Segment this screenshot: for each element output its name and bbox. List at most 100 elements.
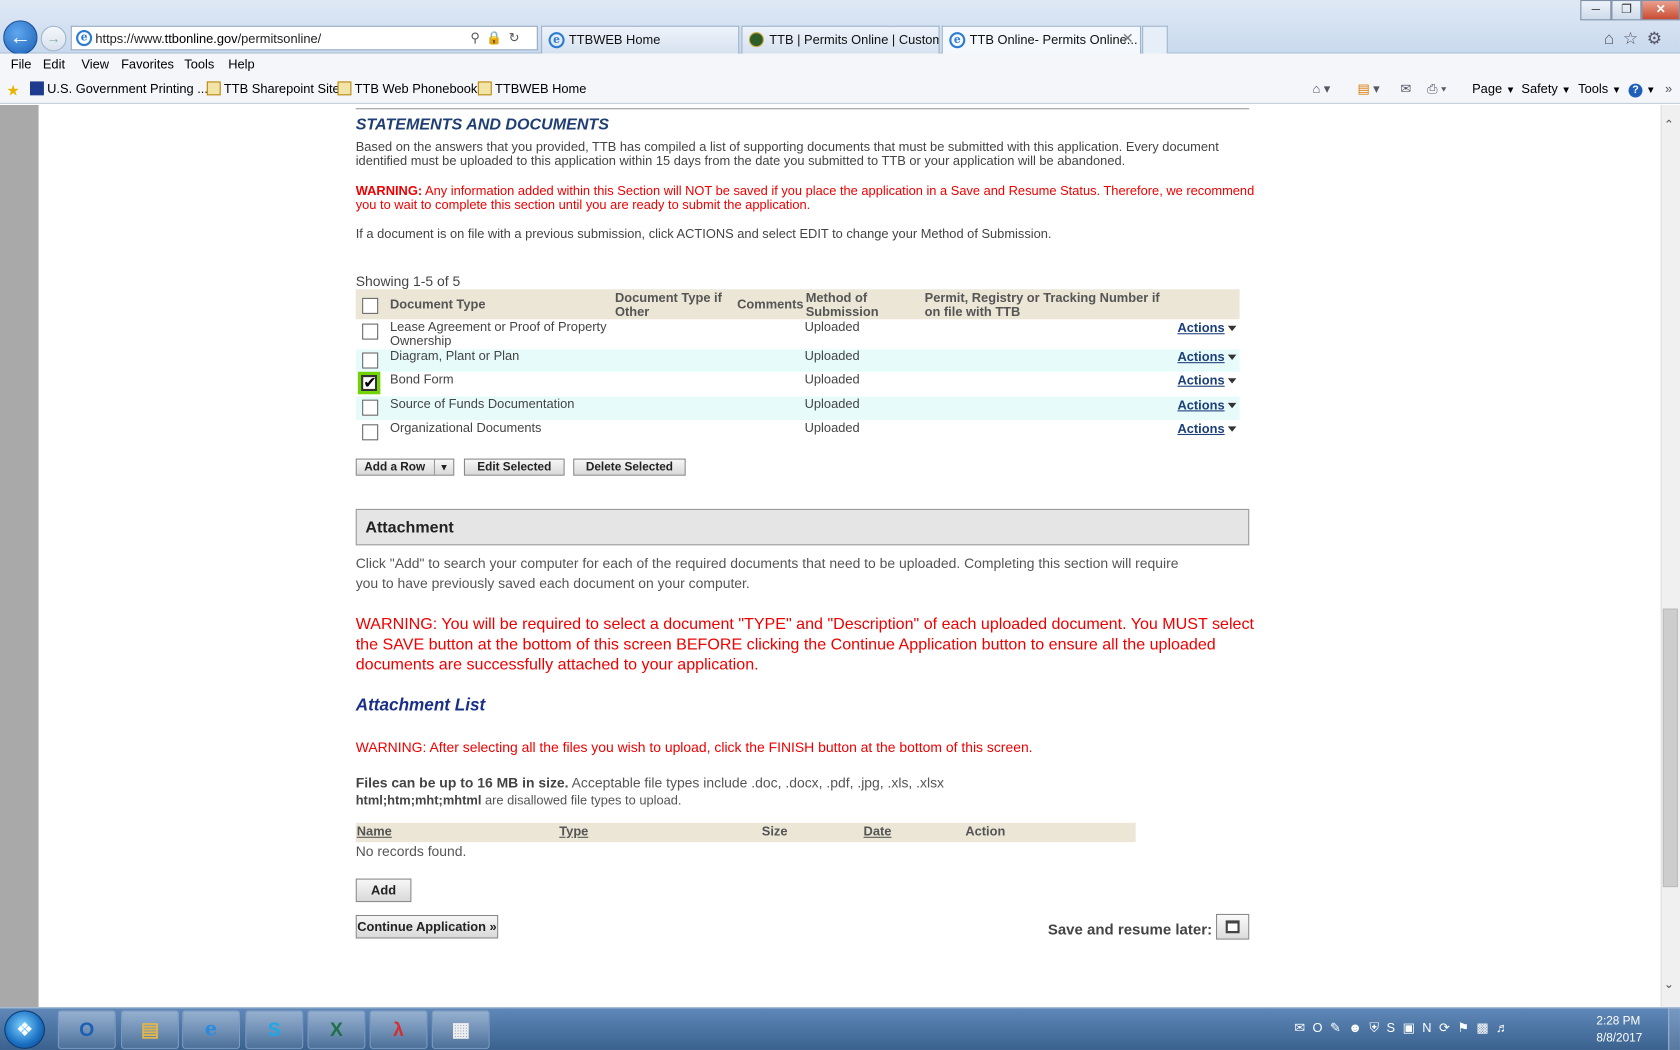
cmd-safety[interactable]: Safety ▼ [1521, 81, 1571, 96]
col-method-line[interactable]: Method of [806, 291, 867, 305]
new-tab-button[interactable] [1142, 25, 1168, 54]
page-icon [477, 81, 492, 96]
tab-ttbweb-home[interactable]: e TTBWEB Home [541, 25, 740, 54]
shield-icon[interactable]: ⛨ [1369, 1020, 1386, 1035]
forward-button[interactable]: → [40, 25, 67, 52]
clock-date[interactable]: 8/8/2017 [1596, 1032, 1642, 1045]
tab-permits-online-custom[interactable]: TTB | Permits Online | Custom... [741, 25, 940, 54]
gear-icon[interactable]: ⚙ [1647, 30, 1671, 48]
menu-view[interactable]: View [81, 57, 109, 72]
close-tab-icon[interactable]: ✕ [1122, 30, 1134, 47]
file-explorer-icon[interactable]: ▤ [121, 1010, 179, 1049]
cmd-tools[interactable]: Tools ▼ [1578, 81, 1621, 96]
menu-favorites[interactable]: Favorites [121, 57, 174, 72]
row-actions-menu[interactable]: Actions [1177, 320, 1237, 335]
overflow-chevron-icon[interactable]: » [1665, 81, 1672, 96]
chevron-down-icon[interactable]: ▼ [433, 459, 453, 475]
search-icon[interactable]: ⚲ [470, 30, 486, 45]
chevron-down-icon: ▼ [1505, 84, 1516, 96]
row-checkbox[interactable] [362, 424, 379, 441]
skype-icon[interactable]: S [245, 1010, 304, 1049]
refresh-icon[interactable]: ↻ [509, 30, 526, 45]
row-actions-menu[interactable]: Actions [1177, 421, 1237, 436]
add-row-button[interactable]: Add a Row ▼ [355, 458, 455, 476]
mail-icon[interactable]: ✉ [1294, 1020, 1312, 1035]
col-date[interactable]: Date [864, 824, 892, 839]
star-icon[interactable]: ☆ [1623, 30, 1647, 48]
ttb-seal-icon [748, 32, 764, 48]
mail-icon[interactable]: ✉ [1400, 81, 1411, 96]
excel-icon[interactable]: X [307, 1010, 366, 1049]
cmd-home-icon[interactable]: ⌂ ▾ [1312, 81, 1330, 96]
delete-selected-button[interactable]: Delete Selected [573, 458, 686, 476]
lock-icon[interactable]: 🔒 [486, 30, 508, 45]
cmd-page[interactable]: Page ▼ [1472, 81, 1515, 96]
row-checkbox-checked[interactable] [357, 371, 381, 395]
app-window-icon[interactable]: ▦ [431, 1010, 490, 1049]
pen-icon[interactable]: ✎ [1330, 1020, 1348, 1035]
add-row-label: Add a Row [364, 460, 426, 474]
scroll-down-icon[interactable]: ⌄ [1664, 977, 1674, 991]
col-name[interactable]: Name [357, 824, 392, 839]
col-doc-type-other-line[interactable]: Document Type if [615, 291, 722, 305]
select-all-checkbox[interactable] [362, 297, 379, 314]
warning-text-line: WARNING: Any information added within th… [356, 184, 1255, 198]
help-icon[interactable]: ? ▼ [1628, 81, 1656, 98]
chevron-down-icon: ▼ [1561, 84, 1571, 96]
favorites-star-icon[interactable]: ★ [6, 81, 23, 98]
col-permit-line[interactable]: Permit, Registry or Tracking Number if [925, 291, 1160, 305]
col-comments[interactable]: Comments [737, 297, 803, 312]
start-button[interactable]: ❖ [4, 1010, 45, 1049]
col-type[interactable]: Type [559, 824, 588, 839]
cmd-label: Safety [1521, 81, 1558, 97]
fav-sharepoint[interactable]: TTB Sharepoint Site [206, 81, 340, 96]
col-document-type[interactable]: Document Type [390, 297, 485, 312]
show-desktop-button[interactable] [1668, 1008, 1680, 1050]
row-actions-menu[interactable]: Actions [1177, 397, 1237, 412]
internet-explorer-icon[interactable]: e [182, 1010, 240, 1049]
attachment-warning-line: documents are successfully attached to y… [355, 655, 759, 674]
menu-file[interactable]: File [11, 57, 32, 72]
row-actions-menu[interactable]: Actions [1177, 372, 1237, 388]
row-checkbox[interactable] [362, 352, 379, 369]
monitor-icon[interactable]: ▩ [1476, 1020, 1496, 1035]
feeds-icon[interactable]: ▤ ▾ [1357, 81, 1379, 96]
clock-time[interactable]: 2:28 PM [1596, 1015, 1640, 1028]
row-actions-menu[interactable]: Actions [1177, 349, 1237, 364]
edit-selected-button[interactable]: Edit Selected [463, 458, 565, 476]
tab-ttb-online-permits[interactable]: e TTB Online- Permits Online... ✕ [941, 25, 1142, 54]
drive-icon[interactable]: ▣ [1403, 1020, 1423, 1035]
row-checkbox[interactable] [362, 323, 379, 340]
print-icon[interactable]: ⎙ ▾ [1427, 81, 1446, 97]
continue-application-button[interactable]: Continue Application » [355, 914, 499, 939]
actions-label: Actions [1177, 372, 1225, 388]
scroll-up-icon[interactable]: ⌃ [1664, 118, 1674, 132]
menu-edit[interactable]: Edit [43, 57, 65, 72]
outlook-tray-icon[interactable]: O [1313, 1020, 1331, 1035]
back-button[interactable]: ← [3, 20, 38, 55]
home-icon[interactable]: ⌂ [1604, 30, 1623, 48]
volume-icon[interactable]: ♬ [1496, 1020, 1516, 1035]
fav-gpo[interactable]: U.S. Government Printing ... [29, 81, 208, 96]
close-window-button[interactable]: ✕ [1641, 0, 1680, 21]
fav-phonebook[interactable]: TTB Web Phonebook [337, 81, 477, 96]
row-checkbox[interactable] [362, 399, 379, 416]
add-attachment-button[interactable]: Add [355, 878, 412, 903]
sync-icon[interactable]: ⟳ [1439, 1020, 1457, 1035]
scrollbar-thumb[interactable] [1662, 608, 1678, 888]
user-icon[interactable]: ☻ [1348, 1020, 1369, 1035]
skype-tray-icon[interactable]: S [1387, 1020, 1403, 1035]
address-bar[interactable]: e https://www.ttbonline.gov/permitsonlin… [70, 25, 538, 51]
attachment-title: Attachment [365, 518, 454, 537]
acrobat-icon[interactable]: λ [369, 1010, 428, 1049]
minimize-button[interactable]: ─ [1580, 0, 1612, 21]
save-resume-button[interactable] [1216, 913, 1250, 940]
menu-tools[interactable]: Tools [184, 57, 214, 72]
menu-help[interactable]: Help [228, 57, 254, 72]
fav-ttbweb[interactable]: TTBWEB Home [477, 81, 586, 96]
outlook-icon[interactable]: O [57, 1010, 116, 1049]
restore-button[interactable]: ❐ [1611, 0, 1642, 21]
network-icon[interactable]: N [1422, 1020, 1439, 1035]
attachment-warning-line: WARNING: You will be required to select … [355, 614, 1254, 634]
notification-icon[interactable]: ⚑ [1457, 1020, 1476, 1035]
